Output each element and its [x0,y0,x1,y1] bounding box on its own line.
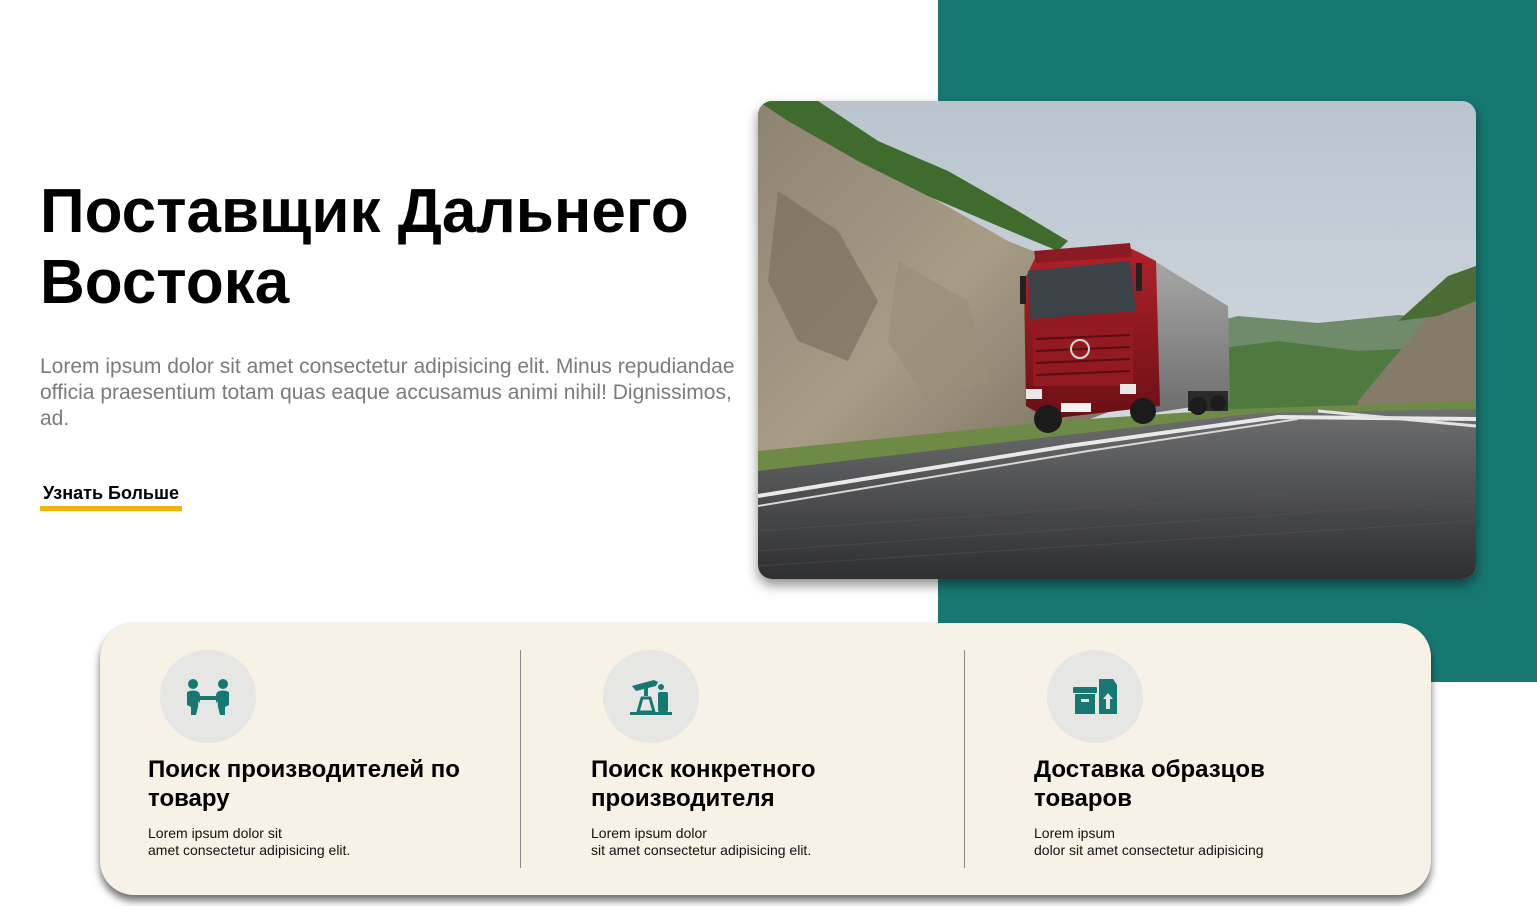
feature-title: Доставка образцов товаров [1034,756,1265,812]
feature-description: Lorem ipsum dolor sit amet consectetur a… [591,825,812,858]
hero-image [758,101,1476,579]
divider [520,650,521,868]
feature-description: Lorem ipsum dolor sit amet consectetur a… [1034,825,1264,858]
handshake-people-icon [160,650,256,743]
feature-item: Поиск производителей по товару Lorem ips… [100,623,520,895]
divider [964,650,965,868]
feature-description: Lorem ipsum dolor sit amet consectetur a… [148,825,351,858]
features-card: Поиск производителей по товару Lorem ips… [100,623,1431,895]
hero-title: Поставщик Дальнего Востока [40,177,689,317]
page: Поставщик Дальнего Востока Lorem ipsum d… [0,0,1537,906]
oil-pump-icon [603,650,699,743]
learn-more-button[interactable]: Узнать Больше [40,481,183,511]
hero-description: Lorem ipsum dolor sit amet consectetur a… [40,355,735,430]
feature-title: Поиск конкретного производителя [591,756,816,812]
boxes-upload-icon [1047,650,1143,743]
feature-title: Поиск производителей по товару [148,756,460,812]
feature-item: Поиск конкретного производителя Lorem ip… [543,623,963,895]
feature-item: Доставка образцов товаров Lorem ipsum do… [986,623,1426,895]
